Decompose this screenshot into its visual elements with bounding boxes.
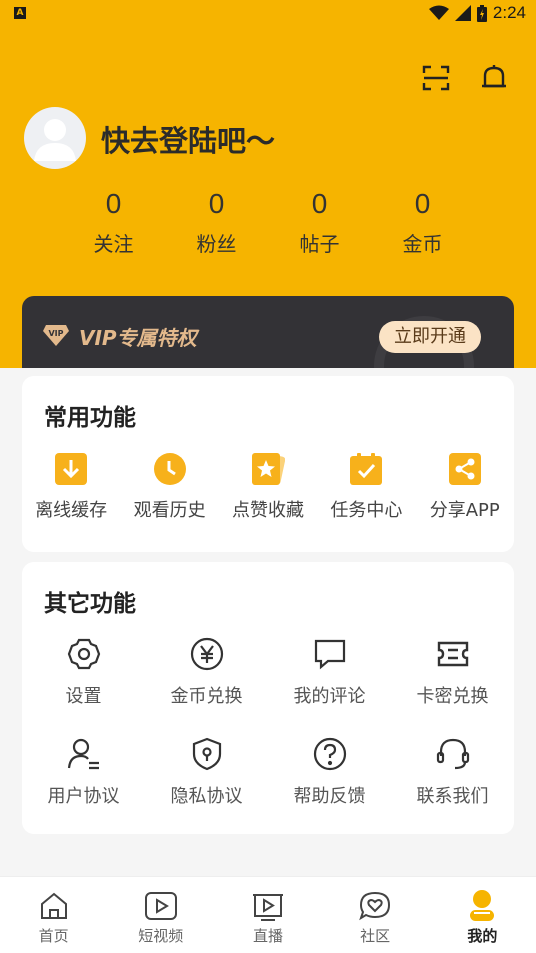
share-app-item[interactable]: 分享APP: [416, 452, 514, 522]
settings-item[interactable]: 设置: [22, 636, 145, 736]
stat-following[interactable]: 0 关注: [62, 186, 165, 257]
vip-open-button[interactable]: 立即开通: [379, 321, 481, 353]
stat-label: 金币: [402, 232, 443, 256]
tab-label: 直播: [252, 927, 283, 945]
stat-value: 0: [105, 188, 122, 219]
task-center-item[interactable]: 任务中心: [317, 452, 415, 522]
user-agreement-icon: [66, 736, 102, 772]
signal-icon: [454, 5, 471, 21]
notification-button[interactable]: [478, 62, 510, 94]
help-feedback-item[interactable]: 帮助反馈: [268, 736, 391, 836]
vip-badge-text: VIP: [48, 329, 63, 338]
tab-mine[interactable]: 我的: [429, 877, 536, 953]
privacy-agreement-item[interactable]: 隐私协议: [145, 736, 268, 836]
default-avatar-icon: [34, 119, 76, 161]
stat-label: 关注: [93, 232, 134, 256]
profile-icon: [465, 889, 499, 923]
item-label: 分享APP: [429, 500, 500, 521]
stat-label: 帖子: [299, 232, 340, 256]
status-bar: A 2:24: [0, 0, 536, 28]
item-label: 用户协议: [47, 786, 120, 807]
yen-coin-icon: [189, 636, 225, 672]
scan-button[interactable]: [420, 62, 452, 94]
stat-value: 0: [311, 188, 328, 219]
user-agreement-item[interactable]: 用户协议: [22, 736, 145, 836]
item-label: 卡密兑换: [416, 686, 489, 707]
watch-history-item[interactable]: 观看历史: [120, 452, 218, 522]
home-icon: [37, 889, 71, 923]
item-label: 观看历史: [133, 500, 206, 521]
comment-icon: [312, 636, 348, 672]
stat-posts[interactable]: 0 帖子: [268, 186, 371, 257]
item-label: 隐私协议: [170, 786, 243, 807]
item-label: 任务中心: [330, 500, 403, 521]
wifi-icon: [428, 5, 449, 20]
item-label: 联系我们: [416, 786, 489, 807]
likes-favorites-item[interactable]: 点赞收藏: [219, 452, 317, 522]
help-icon: [312, 736, 348, 772]
tab-label: 短视频: [138, 927, 184, 945]
shield-lock-icon: [189, 736, 225, 772]
item-label: 点赞收藏: [231, 500, 304, 521]
stat-label: 粉丝: [196, 232, 237, 256]
vip-title: VIP专属特权: [79, 326, 197, 350]
coin-exchange-item[interactable]: 金币兑换: [145, 636, 268, 736]
ticket-icon: [435, 636, 471, 672]
my-comments-item[interactable]: 我的评论: [268, 636, 391, 736]
item-label: 帮助反馈: [293, 786, 366, 807]
stats-row: 0 关注 0 粉丝 0 帖子 0 金币: [62, 186, 474, 257]
stat-fans[interactable]: 0 粉丝: [165, 186, 268, 257]
item-label: 离线缓存: [35, 500, 108, 521]
profile-header: A 2:24 快去登陆吧～ 0 关注 0 粉丝 0 帖子 0 金币 VIP VI…: [0, 0, 536, 368]
common-functions-card: 常用功能 离线缓存 观看历史 点赞收藏 任务中心 分享APP: [22, 376, 514, 552]
star-icon: [251, 452, 285, 486]
avatar[interactable]: [24, 107, 86, 169]
clock-time: 2:24: [492, 3, 526, 22]
vip-banner[interactable]: VIP VIP专属特权 立即开通: [22, 296, 514, 368]
section-title: 常用功能: [44, 405, 136, 431]
share-icon: [448, 452, 482, 486]
download-icon: [54, 452, 88, 486]
app-notification-icon: A: [14, 7, 26, 19]
tab-label: 我的: [467, 927, 498, 945]
tab-label: 首页: [38, 927, 69, 945]
bottom-tab-bar: 首页 短视频 直播 社区 我的: [0, 876, 536, 953]
section-title: 其它功能: [44, 591, 136, 617]
tab-short-video[interactable]: 短视频: [107, 877, 214, 953]
gear-icon: [66, 636, 102, 672]
stat-value: 0: [414, 188, 431, 219]
other-functions-card: 其它功能 设置 金币兑换 我的评论 卡密兑换 用户协议 隐私协议 帮助反馈 联系…: [22, 562, 514, 834]
stat-value: 0: [208, 188, 225, 219]
vip-badge-icon: VIP: [43, 325, 69, 346]
tab-label: 社区: [360, 927, 391, 945]
item-label: 我的评论: [293, 686, 366, 707]
card-code-exchange-item[interactable]: 卡密兑换: [391, 636, 514, 736]
offline-cache-item[interactable]: 离线缓存: [22, 452, 120, 522]
scan-icon: [422, 65, 450, 91]
battery-icon: [476, 4, 487, 22]
tab-community[interactable]: 社区: [322, 877, 429, 953]
bell-icon: [482, 65, 506, 88]
live-tv-icon: [251, 889, 285, 923]
tab-home[interactable]: 首页: [0, 877, 107, 953]
tab-live[interactable]: 直播: [214, 877, 321, 953]
headset-icon: [435, 736, 471, 772]
clipboard-check-icon: [349, 452, 383, 486]
community-icon: [358, 889, 392, 923]
stat-coins[interactable]: 0 金币: [371, 186, 474, 257]
login-prompt[interactable]: 快去登陆吧～: [101, 118, 275, 160]
short-video-icon: [144, 889, 178, 923]
clock-icon: [153, 452, 187, 486]
item-label: 设置: [65, 686, 102, 707]
item-label: 金币兑换: [170, 686, 243, 707]
contact-us-item[interactable]: 联系我们: [391, 736, 514, 836]
